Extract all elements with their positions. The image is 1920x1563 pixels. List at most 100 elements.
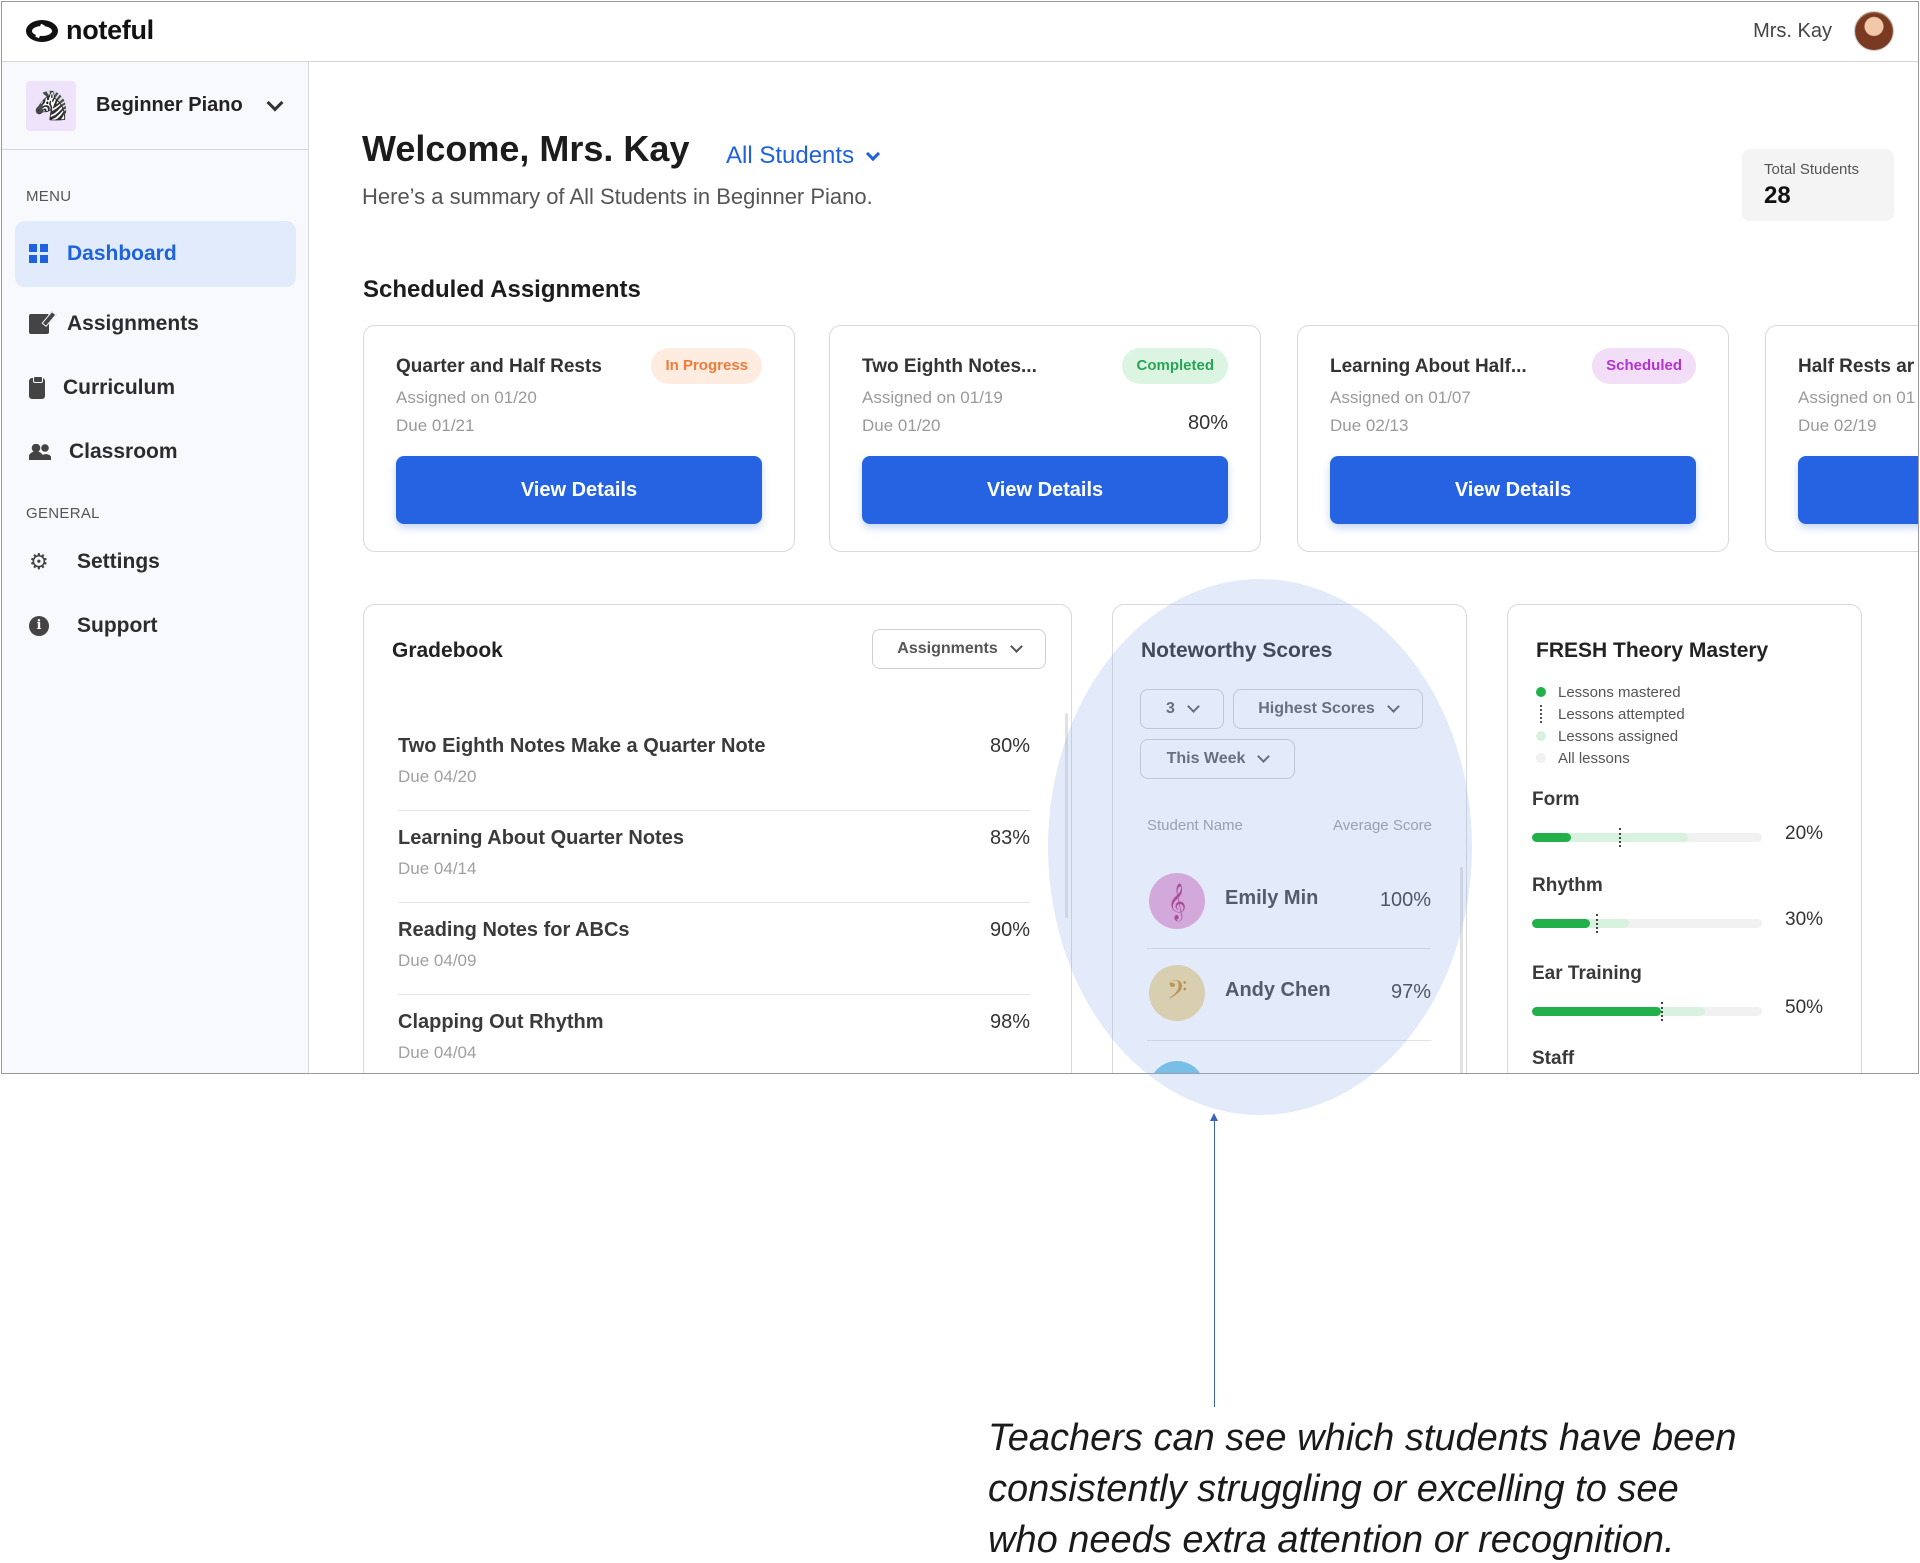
dropdown-label: 3 (1166, 700, 1175, 717)
assignment-name: Reading Notes for ABCs (398, 919, 630, 941)
table-row[interactable]: Reading Notes for ABCs Due 04/09 90% (398, 903, 1030, 995)
attempted-swatch (1540, 705, 1546, 723)
avatar[interactable] (1854, 11, 1894, 51)
gear-icon: ⚙ (29, 549, 49, 574)
assigned-date: Assigned on 01/07 (1330, 388, 1471, 407)
view-details-button[interactable]: View Details (396, 456, 762, 524)
mastered-fill (1532, 1007, 1661, 1016)
sidebar-item-curriculum[interactable]: Curriculum (15, 355, 296, 421)
view-details-button[interactable] (1798, 456, 1918, 524)
user-name: Mrs. Kay (1753, 19, 1832, 42)
assignment-score: 80% (1187, 412, 1228, 434)
general-label: GENERAL (26, 505, 100, 522)
due-date: Due 01/20 (862, 416, 941, 435)
avatar (1149, 1061, 1205, 1073)
sidebar-item-classroom[interactable]: Classroom (15, 419, 296, 485)
student-score: 100% (1379, 889, 1431, 911)
skill-percent: 50% (1785, 997, 1824, 1018)
page-subtitle: Here’s a summary of All Students in Begi… (362, 184, 873, 209)
scrollbar[interactable] (1065, 713, 1068, 918)
sidebar-item-label: Settings (77, 550, 160, 573)
attempted-marker (1619, 828, 1622, 847)
attempted-marker (1660, 1002, 1663, 1021)
legend-label: Lessons mastered (1558, 683, 1681, 701)
legend-item: Lessons assigned (1536, 725, 1685, 747)
sidebar-item-label: Dashboard (67, 242, 177, 265)
status-badge: Scheduled (1592, 348, 1696, 384)
sort-dropdown[interactable]: Highest Scores (1233, 689, 1423, 729)
sidebar-item-label: Curriculum (63, 376, 176, 399)
due-date: Due 04/20 (398, 767, 477, 786)
scheduled-assignments-title: Scheduled Assignments (363, 276, 641, 303)
legend-label: All lessons (1558, 749, 1630, 767)
period-dropdown[interactable]: This Week (1140, 739, 1295, 779)
skill-name: Ear Training (1532, 963, 1642, 984)
view-details-button[interactable]: View Details (862, 456, 1228, 524)
scrollbar[interactable] (1460, 867, 1463, 1073)
legend-item: Lessons attempted (1536, 703, 1685, 725)
total-students-value: 28 (1764, 182, 1791, 209)
annotation-caption: Teachers can see which students have bee… (988, 1417, 1737, 1561)
chevron-down-icon (1257, 750, 1271, 763)
table-row[interactable]: Clapping Out Rhythm Due 04/04 98% (398, 995, 1030, 1073)
chevron-down-icon (1187, 700, 1200, 713)
mastery-title: FRESH Theory Mastery (1536, 639, 1769, 662)
due-date: Due 04/09 (398, 951, 477, 970)
table-row[interactable]: Learning About Quarter Notes Due 04/14 8… (398, 811, 1030, 903)
gradebook-title: Gradebook (392, 639, 503, 662)
main-content: Welcome, Mrs. Kay All Students Here’s a … (310, 62, 1918, 1073)
menu-label: MENU (26, 188, 72, 205)
total-students-stat: Total Students 28 (1742, 149, 1894, 221)
list-item[interactable]: 𝄢 Andy Chen 97% (1147, 949, 1431, 1041)
sidebar: 🦓 Beginner Piano MENU Dashboard Assignme… (2, 62, 309, 1073)
mastered-swatch (1536, 687, 1546, 697)
assignment-name: Two Eighth Notes Make a Quarter Note (398, 735, 766, 757)
due-date: Due 02/13 (1330, 416, 1409, 435)
legend: Lessons mastered Lessons attempted Lesso… (1536, 681, 1685, 769)
dropdown-label: This Week (1166, 750, 1246, 767)
assignment-name: Learning About Quarter Notes (398, 827, 684, 849)
user-menu[interactable]: Mrs. Kay (1753, 11, 1894, 51)
assignment-title: Half Rests ar (1798, 356, 1915, 377)
legend-item: All lessons (1536, 747, 1685, 769)
sidebar-item-settings[interactable]: ⚙ Settings (15, 529, 296, 595)
gradebook-filter-dropdown[interactable]: Assignments (872, 629, 1046, 669)
course-selector[interactable]: 🦓 Beginner Piano (2, 62, 308, 150)
assignment-card: Learning About Half... Scheduled Assigne… (1297, 325, 1729, 552)
assigned-date: Assigned on 01 (1798, 388, 1916, 407)
assignment-card: Quarter and Half Rests In Progress Assig… (363, 325, 795, 552)
skill-row: Form 20% (1532, 789, 1823, 847)
skill-progress-bar (1532, 1002, 1762, 1021)
sidebar-item-assignments[interactable]: Assignments (15, 291, 296, 357)
sidebar-item-label: Support (77, 614, 158, 637)
due-date: Due 02/19 (1798, 416, 1877, 435)
assignment-name: Clapping Out Rhythm (398, 1011, 604, 1033)
status-badge: In Progress (651, 348, 762, 384)
due-date: Due 04/14 (398, 859, 477, 878)
noteworthy-title: Noteworthy Scores (1141, 639, 1333, 662)
assignment-card: Two Eighth Notes... Completed Assigned o… (829, 325, 1261, 552)
logo[interactable]: noteful (26, 15, 154, 46)
theory-mastery-panel: FRESH Theory Mastery Lessons mastered Le… (1507, 604, 1862, 1073)
chevron-down-icon (1009, 640, 1023, 653)
sidebar-item-support[interactable]: i Support (15, 593, 296, 659)
score: 90% (989, 919, 1030, 941)
count-dropdown[interactable]: 3 (1140, 689, 1224, 729)
column-header-student-name: Student Name (1147, 817, 1243, 834)
skill-name: Form (1532, 789, 1580, 810)
edit-icon (29, 314, 49, 334)
gradebook-panel: Gradebook Assignments Two Eighth Notes M… (363, 604, 1072, 1073)
app-window: noteful Mrs. Kay 🦓 Beginner Piano MENU D… (1, 1, 1919, 1074)
view-details-button[interactable]: View Details (1330, 456, 1696, 524)
page-title: Welcome, Mrs. Kay (362, 128, 690, 169)
sidebar-item-dashboard[interactable]: Dashboard (15, 221, 296, 287)
due-date: Due 01/21 (396, 416, 475, 435)
student-filter-dropdown[interactable]: All Students (726, 142, 881, 170)
mastered-fill (1532, 919, 1590, 928)
table-row[interactable]: Two Eighth Notes Make a Quarter Note Due… (398, 719, 1030, 811)
noteworthy-scores-panel: Noteworthy Scores 3 Highest Scores This … (1112, 604, 1467, 1073)
list-item[interactable] (1147, 1041, 1431, 1073)
assigned-swatch (1536, 731, 1546, 741)
list-item[interactable]: 𝄞 Emily Min 100% (1147, 857, 1431, 949)
attempted-marker (1596, 914, 1599, 933)
